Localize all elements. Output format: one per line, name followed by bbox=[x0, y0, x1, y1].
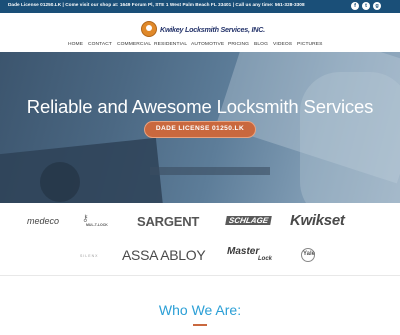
hero-banner: Reliable and Awesome Locksmith Services … bbox=[0, 52, 400, 203]
hero-photo-shape bbox=[0, 137, 164, 203]
masterlock-logo: Master bbox=[227, 246, 260, 257]
facebook-icon[interactable]: f bbox=[351, 2, 359, 10]
logo-text[interactable]: Kwikey Locksmith Services, INC. bbox=[160, 25, 265, 34]
hero-photo-shape bbox=[150, 167, 270, 175]
nav-pricing[interactable]: PRICING bbox=[228, 42, 249, 47]
contact-info-text: Dade License 01250.LK | Come visit our s… bbox=[8, 2, 305, 7]
nav-blog[interactable]: BLOG bbox=[254, 42, 268, 47]
twitter-icon[interactable]: t bbox=[362, 2, 370, 10]
brand-logos: medeco ⚷ MUL-T-LOCK SARGENT SCHLAGE Kwik… bbox=[0, 203, 400, 275]
heading-underline bbox=[193, 324, 207, 326]
nav-residential[interactable]: RESIDENTIAL bbox=[154, 42, 187, 47]
yale-logo: Yale bbox=[303, 251, 316, 257]
kwikset-logo: Kwikset bbox=[290, 212, 345, 229]
logo-key-icon[interactable] bbox=[141, 21, 157, 37]
google-plus-icon[interactable]: g bbox=[373, 2, 381, 10]
sargent-logo: SARGENT bbox=[137, 214, 200, 229]
hero-title: Reliable and Awesome Locksmith Services bbox=[26, 96, 374, 117]
nav-home[interactable]: HOME bbox=[68, 42, 83, 47]
nav-contact[interactable]: CONTACT bbox=[88, 42, 112, 47]
nav-videos[interactable]: VIDEOS bbox=[273, 42, 292, 47]
hero-photo-shape bbox=[40, 162, 80, 202]
who-we-are-heading: Who We Are: bbox=[158, 302, 242, 318]
medeco-logo: medeco bbox=[27, 216, 60, 226]
license-button[interactable]: DADE LICENSE 01250.LK bbox=[144, 121, 256, 138]
nav-commercial[interactable]: COMMERCIAL bbox=[117, 42, 151, 47]
multlock-logo: MUL-T-LOCK bbox=[86, 223, 108, 227]
hero-photo-shape bbox=[300, 72, 400, 203]
site-header: Kwikey Locksmith Services, INC. HOME CON… bbox=[0, 13, 400, 52]
nav-automotive[interactable]: AUTOMOTIVE bbox=[191, 42, 224, 47]
silenx-logo: SILENX bbox=[80, 254, 99, 258]
section-divider bbox=[0, 275, 400, 276]
assa-abloy-logo: ASSA ABLOY bbox=[122, 247, 206, 263]
top-info-bar: Dade License 01250.LK | Come visit our s… bbox=[0, 0, 400, 13]
masterlock-logo-sub: Lock bbox=[258, 256, 273, 262]
nav-pictures[interactable]: PICTURES bbox=[297, 42, 323, 47]
schlage-logo: SCHLAGE bbox=[225, 216, 272, 225]
